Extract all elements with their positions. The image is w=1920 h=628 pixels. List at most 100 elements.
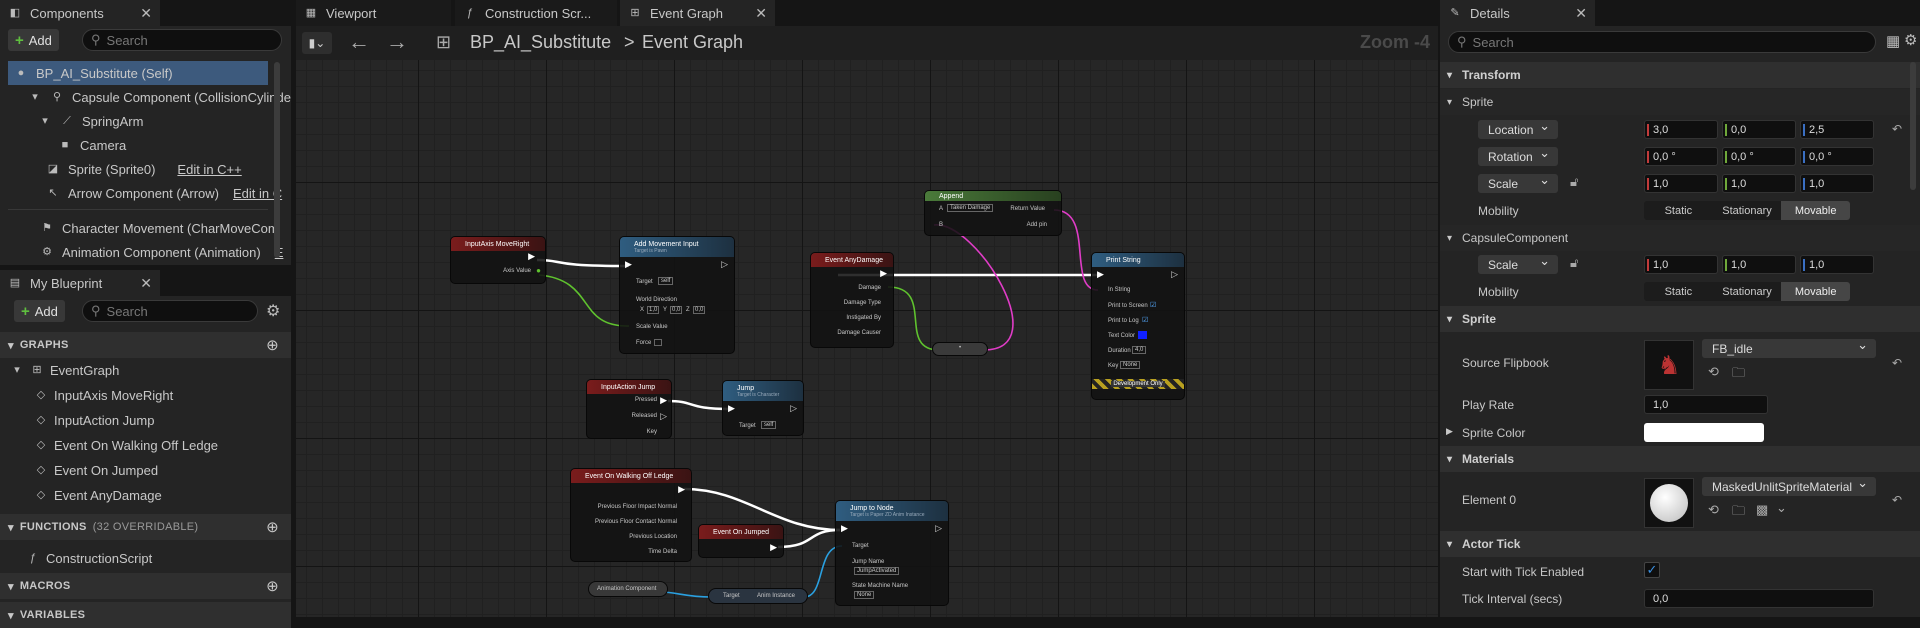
reset-arrow-icon[interactable]: ↶ [1892,122,1902,136]
location-dropdown[interactable]: Location [1478,118,1558,139]
node-event-anydamage[interactable]: Event AnyDamage ▶ Damage Damage Type Ins… [810,252,894,348]
tab-components[interactable]: ◧ Components ✕ [0,0,160,26]
node-conversion[interactable]: • [932,342,988,356]
play-rate-field[interactable]: 1,0 [1644,395,1768,414]
lock-icon[interactable]: 🔓︎ [1570,255,1578,271]
edit-in-cpp-link[interactable]: Edit in C++ [177,162,241,177]
mobility-static[interactable]: Static [1644,201,1713,220]
exec-pin-icon[interactable]: ▶ [625,259,632,270]
transform-section-header[interactable]: ▾ Transform [1440,62,1920,88]
node-inputaxis-moveright[interactable]: InputAxis MoveRight ▶ Axis Value ● [450,236,546,284]
exec-pin-icon[interactable]: ▶ [880,268,887,279]
use-selected-arrow-icon[interactable]: ⟲ [1708,502,1719,518]
exec-pin-icon[interactable]: ▶ [1097,269,1104,280]
node-inputaction-jump[interactable]: InputAction Jump Pressed ▶ Released ▷ Ke… [586,379,672,439]
mobility-stationary[interactable]: Stationary [1713,201,1782,220]
exec-pin-icon[interactable]: ▶ [678,484,685,495]
node-print-string[interactable]: Print String ▶ ▷ In String Print to Scre… [1091,252,1185,400]
location-y-field[interactable]: 0,0 [1722,120,1796,139]
pin-value[interactable]: 0,0 [693,306,706,314]
component-item-springarm[interactable]: ▾ ⟋ SpringArm [0,109,291,133]
checkbox-checked-icon[interactable]: ☑ [1142,316,1148,324]
capsule-scale-y-field[interactable]: 1,0 [1722,255,1796,274]
capsule-scale-dropdown[interactable]: Scale [1478,253,1558,274]
exec-pin-icon[interactable]: ▷ [1171,269,1178,280]
component-item-sprite[interactable]: ◪ Sprite (Sprite0) Edit in C++ [0,157,291,181]
location-z-field[interactable]: 2,5 [1800,120,1874,139]
capsule-scale-x-field[interactable]: 1,0 [1644,255,1718,274]
components-scrollbar[interactable] [274,62,280,258]
browse-folder-icon[interactable]: 🗀︎ [1732,502,1745,524]
source-flipbook-dropdown[interactable]: FB_idle [1702,337,1876,358]
table-view-icon[interactable]: ▦ [1886,32,1900,50]
component-item-camera[interactable]: ■ Camera [0,133,291,157]
functions-section-header[interactable]: ▾ FUNCTIONS (32 OVERRIDABLE) ⊕ [0,514,291,540]
rotation-dropdown[interactable]: Rotation [1478,145,1558,166]
exec-pin-icon[interactable]: ▷ [935,523,942,534]
exec-pin-icon[interactable]: ▷ [790,403,797,414]
details-search-input[interactable]: ⚲ Search [1448,31,1876,53]
component-item-charmove[interactable]: ⚑ Character Movement (CharMoveCom [0,216,291,240]
function-item-construction[interactable]: ƒ ConstructionScript [0,546,291,570]
add-component-button[interactable]: + Add [8,29,59,51]
bookmark-icon[interactable]: ▮⌄ [302,32,332,54]
use-selected-arrow-icon[interactable]: ⟲ [1708,364,1719,380]
exec-pin-icon[interactable]: ▷ [660,411,667,422]
scale-y-field[interactable]: 1,0 [1722,174,1796,193]
exec-pin-icon[interactable]: ▶ [841,523,848,534]
chevron-down-icon[interactable]: ⌄ [1776,500,1787,516]
settings-gear-icon[interactable]: ⚙ [266,301,280,321]
tab-viewport[interactable]: ▦ Viewport [296,0,451,26]
rotation-y-field[interactable]: 0,0 ° [1722,147,1796,166]
browse-folder-icon[interactable]: 🗀︎ [1732,364,1745,386]
mobility-stationary[interactable]: Stationary [1713,282,1782,301]
mobility-movable[interactable]: Movable [1781,201,1850,220]
tab-construction-script[interactable]: ƒ Construction Scr... [455,0,617,26]
scale-dropdown[interactable]: Scale [1478,172,1558,193]
rotation-x-field[interactable]: 0,0 ° [1644,147,1718,166]
checkbox-checked-icon[interactable]: ☑ [1150,301,1156,309]
node-get-anim-instance[interactable]: Target Anim Instance [708,588,808,604]
exec-pin-icon[interactable]: ▶ [528,251,535,262]
mobility-static[interactable]: Static [1644,282,1713,301]
graphs-section-header[interactable]: ▾ GRAPHS ⊕ [0,332,291,358]
mobility-toggle[interactable]: Static Stationary Movable [1644,201,1850,220]
checker-icon[interactable]: ▩ [1756,502,1768,518]
location-x-field[interactable]: 3,0 [1644,120,1718,139]
capsule-subsection[interactable]: ▾ CapsuleComponent [1440,225,1920,251]
node-jump[interactable]: Jump Target is Character ▶ ▷ Target self [722,380,804,436]
reset-arrow-icon[interactable]: ↶ [1892,493,1902,507]
scale-z-field[interactable]: 1,0 [1800,174,1874,193]
settings-gear-icon[interactable]: ⚙ [1904,31,1917,49]
exec-pin-icon[interactable]: ▶ [660,395,667,406]
node-add-movement-input[interactable]: Add Movement Input Target is Pawn ▶ ▷ Tar… [619,236,735,354]
component-item-arrow[interactable]: ↖ Arrow Component (Arrow) Edit in C [0,181,291,205]
exec-pin-icon[interactable]: ▶ [770,542,777,553]
node-animation-component-getter[interactable]: Animation Component [588,581,668,597]
graph-item-eventgraph[interactable]: ▾ ⊞ EventGraph [0,358,291,382]
force-checkbox[interactable] [654,339,662,346]
add-graph-icon[interactable]: ⊕ [266,336,279,354]
materials-section-header[interactable]: ▾ Materials [1440,446,1920,472]
float-pin-icon[interactable]: ● [536,266,541,275]
pin-value[interactable]: JumpActivated [854,567,900,575]
graph-item-on-jumped[interactable]: ◇ Event On Jumped [0,458,291,482]
graph-item-any-damage[interactable]: ◇ Event AnyDamage [0,483,291,507]
pin-value[interactable]: 1,0 [647,306,660,314]
component-item-animation[interactable]: ⚙Animation Component (Animation)E [0,240,291,264]
sprite-subsection[interactable]: ▾ Sprite [1440,89,1920,115]
event-graph-canvas[interactable]: InputAxis MoveRight ▶ Axis Value ● Add M… [296,60,1438,617]
mobility-movable[interactable]: Movable [1781,282,1850,301]
component-item-capsule[interactable]: ▾ ⚲ Capsule Component (CollisionCylinde [0,85,291,109]
close-icon[interactable]: ✕ [140,5,152,22]
pin-value[interactable]: 4,0 [1132,346,1147,354]
macros-section-header[interactable]: ▾ MACROS ⊕ [0,573,291,599]
text-color-swatch[interactable] [1138,331,1147,339]
rotation-z-field[interactable]: 0,0 ° [1800,147,1874,166]
graph-item-jump[interactable]: ◇ InputAction Jump [0,408,291,432]
close-icon[interactable]: ✕ [140,275,152,292]
capsule-mobility-toggle[interactable]: Static Stationary Movable [1644,282,1850,301]
add-pin-button[interactable]: Add pin [1027,222,1047,228]
material-thumbnail[interactable] [1644,478,1694,528]
forward-arrow-icon[interactable]: → [386,29,408,55]
